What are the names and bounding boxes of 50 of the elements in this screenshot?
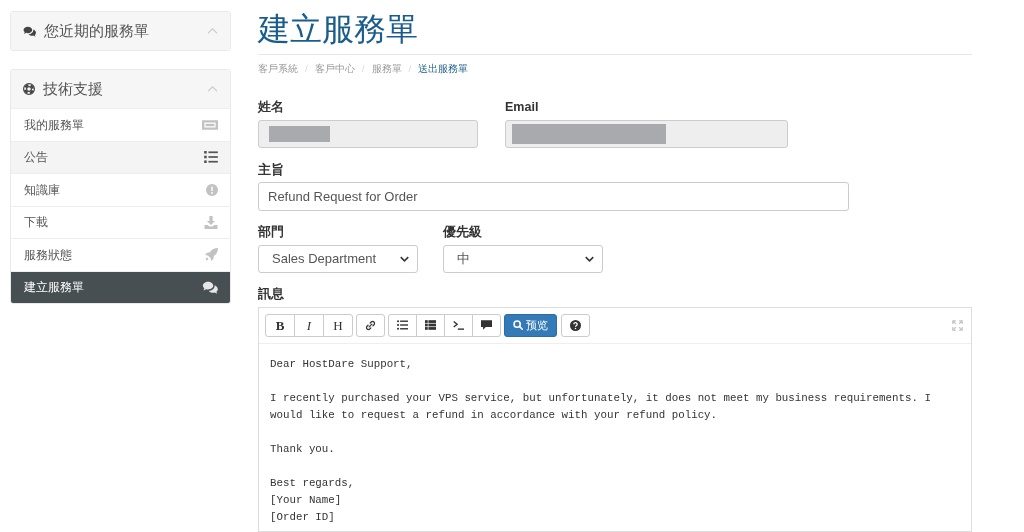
page-title: 建立服務單 [258,10,418,48]
download-icon [204,215,218,229]
field-label: 主旨 [258,162,284,178]
field-label: 姓名 [258,99,284,115]
format-button[interactable]: I [294,313,324,337]
panel-title: 技術支援 [43,78,103,99]
format-button[interactable]: B [265,313,295,337]
chevron-down-icon [585,255,594,262]
chevron-down-icon [400,255,409,262]
lifebuoy-icon [23,83,35,95]
bullet-list-button[interactable] [388,313,417,337]
rocket-icon [205,248,218,262]
bullet-list-icon [397,320,408,331]
message-textarea[interactable]: Dear HostDare Support, I recently purchased your VPS service, but unfortunately, it does not meet my business requirements. I would like to request a refund in accordance with your refund policy. Thank you. Best regards, [Your Name] [Order ID] [259,343,971,531]
ticket-icon [202,119,218,130]
link-icon [365,319,376,331]
link-button[interactable] [356,313,385,337]
terminal-icon [453,320,464,331]
preview-button[interactable]: 预览 [504,313,557,337]
panel-title: 您近期的服務單 [44,20,149,41]
subject-input[interactable]: Refund Request for Order [258,182,849,211]
field-label: 優先級 [443,223,482,240]
panel-header[interactable]: 您近期的服務單 [11,12,230,50]
department-select[interactable]: Sales Department [258,244,418,273]
breadcrumb-separator: / [361,63,365,75]
help-button[interactable] [561,313,590,337]
list-icon [204,151,218,164]
field-label: 部門 [258,223,284,240]
field-label: Email [505,99,539,115]
chat-bubbles-icon [202,280,218,294]
code-button[interactable] [444,313,473,337]
chevron-up-icon [207,86,218,92]
speech-bubble-icon [481,320,492,331]
format-button[interactable]: H [323,313,353,337]
quote-button[interactable] [472,313,501,337]
info-circle-icon [206,183,218,196]
breadcrumb-separator: / [408,63,412,75]
priority-select[interactable]: 中 [443,244,603,273]
sidebar-item[interactable]: 公告 [11,140,230,173]
table-list-button[interactable] [416,313,445,337]
field-label: 訊息 [258,285,284,302]
chat-bubbles-icon [23,25,36,37]
breadcrumb-separator: / [305,63,308,75]
panel-header[interactable]: 技術支援 [11,70,230,108]
help-icon [570,319,581,331]
table-list-icon [425,320,436,331]
sidebar-item[interactable]: 建立服務單 [11,270,230,303]
search-icon [513,320,523,331]
breadcrumb-link[interactable]: 送出服務單 [418,63,469,75]
chevron-up-icon [207,28,218,34]
